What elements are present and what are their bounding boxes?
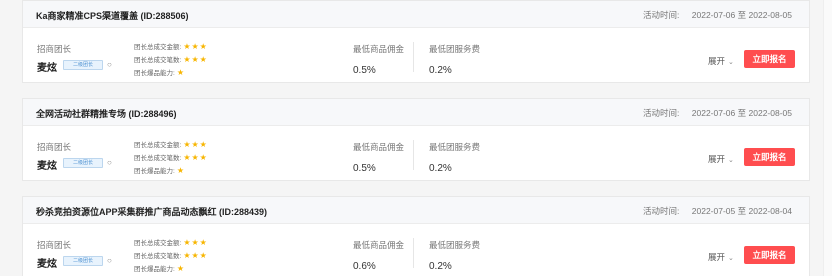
leader-level-badge: 二级团长 xyxy=(63,256,103,266)
end-date: 2022-08-04 xyxy=(748,206,792,216)
time-label: 活动时间: xyxy=(643,206,680,216)
stat-amount-label: 团长总成交金额: xyxy=(134,44,182,51)
time-label: 活动时间: xyxy=(643,108,680,118)
card-header: 秒杀竞拍资源位APP采集群推广商品动态飘红 (ID:288439) 活动时间: … xyxy=(23,197,809,224)
leader-stats: 团长总成交金额: ★★★ 团长总成交笔数: ★★★ 团长爆品能力: ★ xyxy=(134,237,208,276)
min-commission: 最低商品佣金 0.5% xyxy=(353,43,404,76)
start-date: 2022-07-06 xyxy=(691,10,736,20)
stat-amount-label: 团长总成交金额: xyxy=(134,142,182,149)
min-fee: 最低团服务费 0.2% xyxy=(429,43,480,76)
expand-label: 展开 xyxy=(708,252,726,262)
stat-amount-label: 团长总成交金额: xyxy=(134,240,182,247)
time-sep: 至 xyxy=(737,206,747,216)
chat-icon[interactable]: ○ xyxy=(107,60,116,69)
divider xyxy=(413,42,414,72)
stat-ability-label: 团长爆品能力: xyxy=(134,70,175,77)
star-rating: ★ xyxy=(176,166,185,175)
min-commission-label: 最低商品佣金 xyxy=(353,142,405,152)
expand-label: 展开 xyxy=(708,154,726,164)
chevron-down-icon: ⌄ xyxy=(728,255,734,262)
expand-toggle[interactable]: 展开 ⌄ xyxy=(708,251,734,263)
leader-level-badge: 二级团长 xyxy=(63,60,103,70)
chat-icon[interactable]: ○ xyxy=(107,158,116,167)
star-rating: ★★★ xyxy=(183,153,208,162)
leader-name[interactable]: 麦炫 xyxy=(37,255,57,270)
activity-time: 活动时间: 2022-07-05 至 2022-08-04 xyxy=(643,205,792,217)
activity-time: 活动时间: 2022-07-06 至 2022-08-05 xyxy=(643,107,792,119)
leader-label: 招商团长 xyxy=(37,142,72,152)
star-rating: ★★★ xyxy=(183,238,208,247)
card-body: 招商团长 麦炫 二级团长 ○ 团长总成交金额: ★★★ 团长总成交笔数: ★★★ 团… xyxy=(23,28,809,82)
card-header: Ka商家精准CPS渠道覆盖 (ID:288506) 活动时间: 2022-07-… xyxy=(23,1,809,28)
activity-title: 全网活动社群精推专场 (ID:288496) xyxy=(36,109,177,119)
min-commission-label: 最低商品佣金 xyxy=(353,44,405,54)
chevron-down-icon: ⌄ xyxy=(728,59,734,66)
leader-stats: 团长总成交金额: ★★★ 团长总成交笔数: ★★★ 团长爆品能力: ★ xyxy=(134,41,208,80)
star-rating: ★ xyxy=(176,264,185,273)
end-date: 2022-08-05 xyxy=(748,10,792,20)
min-fee: 最低团服务费 0.2% xyxy=(429,239,480,272)
end-date: 2022-08-05 xyxy=(748,108,792,118)
stat-count-label: 团长总成交笔数: xyxy=(134,253,182,260)
expand-label: 展开 xyxy=(708,56,726,66)
activity-card: 秒杀竞拍资源位APP采集群推广商品动态飘红 (ID:288439) 活动时间: … xyxy=(22,196,810,276)
scrollbar-track[interactable] xyxy=(823,0,832,276)
time-sep: 至 xyxy=(737,108,747,118)
stat-ability-label: 团长爆品能力: xyxy=(134,168,175,175)
min-commission-value: 0.5% xyxy=(353,163,376,174)
leader-label: 招商团长 xyxy=(37,44,72,54)
expand-toggle[interactable]: 展开 ⌄ xyxy=(708,153,734,165)
activity-list: Ka商家精准CPS渠道覆盖 (ID:288506) 活动时间: 2022-07-… xyxy=(0,0,832,276)
leader-level-badge: 二级团长 xyxy=(63,158,103,168)
stat-count-label: 团长总成交笔数: xyxy=(134,155,182,162)
min-fee-label: 最低团服务费 xyxy=(429,44,481,54)
card-body: 招商团长 麦炫 二级团长 ○ 团长总成交金额: ★★★ 团长总成交笔数: ★★★ 团… xyxy=(23,126,809,180)
chevron-down-icon: ⌄ xyxy=(728,157,734,164)
min-fee-label: 最低团服务费 xyxy=(429,240,481,250)
activity-title: 秒杀竞拍资源位APP采集群推广商品动态飘红 (ID:288439) xyxy=(36,207,268,217)
start-date: 2022-07-05 xyxy=(691,206,736,216)
time-sep: 至 xyxy=(737,10,747,20)
stat-count-label: 团长总成交笔数: xyxy=(134,57,182,64)
activity-card: Ka商家精准CPS渠道覆盖 (ID:288506) 活动时间: 2022-07-… xyxy=(22,0,810,83)
star-rating: ★★★ xyxy=(183,55,208,64)
min-commission: 最低商品佣金 0.5% xyxy=(353,141,404,174)
leader-stats: 团长总成交金额: ★★★ 团长总成交笔数: ★★★ 团长爆品能力: ★ xyxy=(134,139,208,178)
signup-button[interactable]: 立即报名 xyxy=(744,50,795,68)
leader-name[interactable]: 麦炫 xyxy=(37,59,57,74)
star-rating: ★★★ xyxy=(183,42,208,51)
divider xyxy=(413,140,414,170)
min-fee-value: 0.2% xyxy=(429,261,452,272)
activity-title: Ka商家精准CPS渠道覆盖 (ID:288506) xyxy=(36,11,189,21)
activity-card: 全网活动社群精推专场 (ID:288496) 活动时间: 2022-07-06 … xyxy=(22,98,810,181)
min-fee: 最低团服务费 0.2% xyxy=(429,141,480,174)
divider xyxy=(413,238,414,268)
star-rating: ★★★ xyxy=(183,140,208,149)
min-commission-value: 0.5% xyxy=(353,65,376,76)
min-fee-value: 0.2% xyxy=(429,65,452,76)
start-date: 2022-07-06 xyxy=(691,108,736,118)
min-commission-label: 最低商品佣金 xyxy=(353,240,405,250)
stat-ability-label: 团长爆品能力: xyxy=(134,266,175,273)
expand-toggle[interactable]: 展开 ⌄ xyxy=(708,55,734,67)
signup-button[interactable]: 立即报名 xyxy=(744,246,795,264)
star-rating: ★ xyxy=(176,68,185,77)
card-body: 招商团长 麦炫 二级团长 ○ 团长总成交金额: ★★★ 团长总成交笔数: ★★★ 团… xyxy=(23,224,809,276)
min-commission: 最低商品佣金 0.6% xyxy=(353,239,404,272)
card-header: 全网活动社群精推专场 (ID:288496) 活动时间: 2022-07-06 … xyxy=(23,99,809,126)
signup-button[interactable]: 立即报名 xyxy=(744,148,795,166)
leader-name[interactable]: 麦炫 xyxy=(37,157,57,172)
activity-time: 活动时间: 2022-07-06 至 2022-08-05 xyxy=(643,9,792,21)
chat-icon[interactable]: ○ xyxy=(107,256,116,265)
min-fee-value: 0.2% xyxy=(429,163,452,174)
time-label: 活动时间: xyxy=(643,10,680,20)
star-rating: ★★★ xyxy=(183,251,208,260)
min-fee-label: 最低团服务费 xyxy=(429,142,481,152)
leader-label: 招商团长 xyxy=(37,240,72,250)
min-commission-value: 0.6% xyxy=(353,261,376,272)
